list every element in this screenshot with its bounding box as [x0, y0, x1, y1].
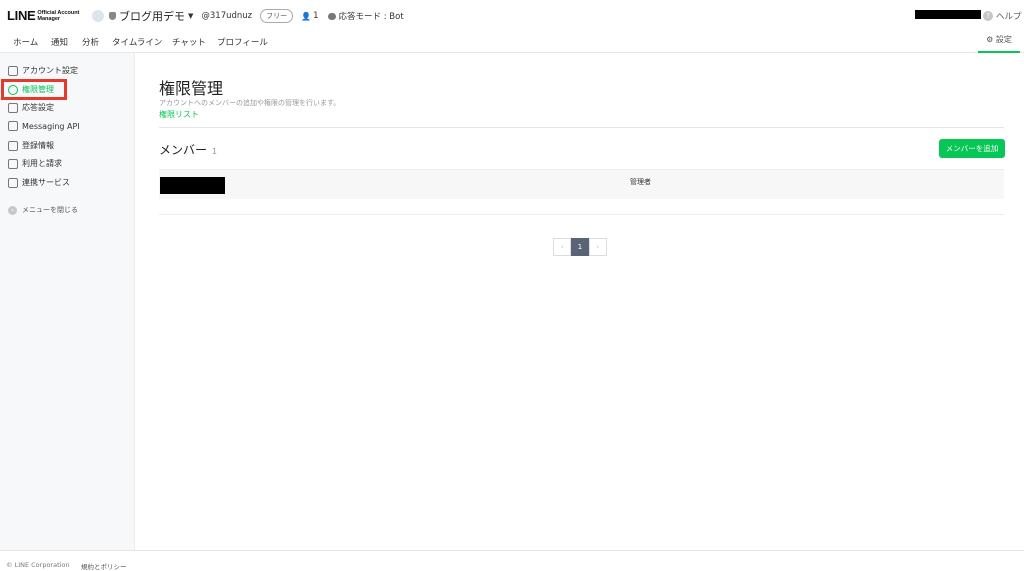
footer-copyright: © LINE Corporation	[6, 561, 70, 569]
user-name-redacted[interactable]	[915, 10, 981, 19]
main-content: 権限管理 アカウントへのメンバーの追加や権限の管理を行います。 権限リスト メン…	[136, 53, 1024, 550]
account-id: @317udnuz	[201, 11, 253, 21]
add-member-button[interactable]: メンバーを追加	[939, 139, 1005, 158]
shield-badge-icon	[109, 12, 116, 20]
gear-icon: ⚙	[986, 35, 994, 44]
account-avatar	[92, 10, 104, 22]
members-count: 1	[212, 147, 218, 156]
tab-notification[interactable]: 通知	[51, 36, 68, 48]
member-name-redacted	[160, 177, 225, 194]
chevron-left-icon: ‹	[8, 205, 17, 215]
tab-analytics[interactable]: 分析	[82, 36, 99, 48]
sidebar-item-registration-info[interactable]: 登録情報	[8, 140, 54, 151]
pagination: ‹ 1 ›	[553, 238, 607, 256]
invoice-icon	[8, 158, 18, 169]
member-count: 👤 1	[301, 11, 319, 21]
footer: © LINE Corporation 規約とポリシー	[0, 550, 1024, 571]
pagination-prev-button[interactable]: ‹	[553, 238, 571, 256]
response-mode[interactable]: 応答モード : Bot	[327, 10, 404, 22]
pagination-next-button[interactable]: ›	[589, 238, 607, 256]
pagination-page-1[interactable]: 1	[571, 238, 589, 256]
caret-down-icon: ▼	[188, 12, 194, 20]
settings-sidebar: アカウント設定 権限管理 応答設定 Messaging API 登録情報 利用と…	[0, 53, 135, 550]
plugin-icon	[8, 177, 18, 188]
line-logo[interactable]: LINE Official Account Manager	[7, 8, 79, 23]
top-bar: LINE Official Account Manager ブログ用デモ ▼ @…	[0, 0, 1024, 29]
divider	[159, 127, 1004, 128]
table-row: 管理者	[159, 169, 1004, 199]
logo-sub-text: Official Account Manager	[37, 9, 80, 22]
document-icon	[8, 140, 18, 151]
tab-timeline[interactable]: タイムライン	[112, 36, 162, 48]
logo-main-text: LINE	[7, 8, 36, 23]
account-name: ブログ用デモ	[119, 10, 185, 23]
footer-policy-link[interactable]: 規約とポリシー	[81, 561, 127, 571]
person-icon	[8, 65, 18, 76]
tab-home[interactable]: ホーム	[13, 36, 38, 48]
permission-list-link[interactable]: 権限リスト	[159, 109, 199, 120]
page-title: 権限管理	[159, 79, 224, 98]
members-heading: メンバー 1	[159, 143, 218, 157]
chat-bubble-icon	[327, 12, 336, 20]
sidebar-item-usage-billing[interactable]: 利用と請求	[8, 158, 62, 169]
sidebar-item-response-settings[interactable]: 応答設定	[8, 102, 54, 113]
tab-settings[interactable]: ⚙ 設定	[978, 29, 1020, 53]
plan-badge: フリー	[260, 9, 294, 23]
tab-chat[interactable]: チャット	[172, 36, 206, 48]
help-link[interactable]: ? ヘルプ	[983, 10, 1022, 22]
api-chat-icon	[8, 121, 18, 131]
page-description: アカウントへのメンバーの追加や権限の管理を行います。	[159, 99, 341, 107]
close-menu-button[interactable]: ‹ メニューを閉じる	[8, 205, 78, 215]
account-switcher[interactable]: ブログ用デモ ▼ @317udnuz フリー 👤 1 応答モード : Bot	[92, 8, 404, 24]
sidebar-item-messaging-api[interactable]: Messaging API	[8, 121, 80, 131]
tab-profile[interactable]: プロフィール	[217, 36, 268, 48]
help-icon: ?	[983, 11, 993, 21]
sidebar-item-account-settings[interactable]: アカウント設定	[8, 65, 78, 76]
chat-reply-icon	[8, 102, 18, 113]
divider	[159, 214, 1004, 215]
main-nav: ホーム 通知 分析 タイムライン チャット プロフィール ⚙ 設定	[0, 29, 1024, 53]
member-role: 管理者	[630, 178, 651, 186]
person-icon: 👤	[301, 11, 312, 21]
annotation-highlight-box	[1, 79, 67, 100]
sidebar-item-integrations[interactable]: 連携サービス	[8, 177, 70, 188]
